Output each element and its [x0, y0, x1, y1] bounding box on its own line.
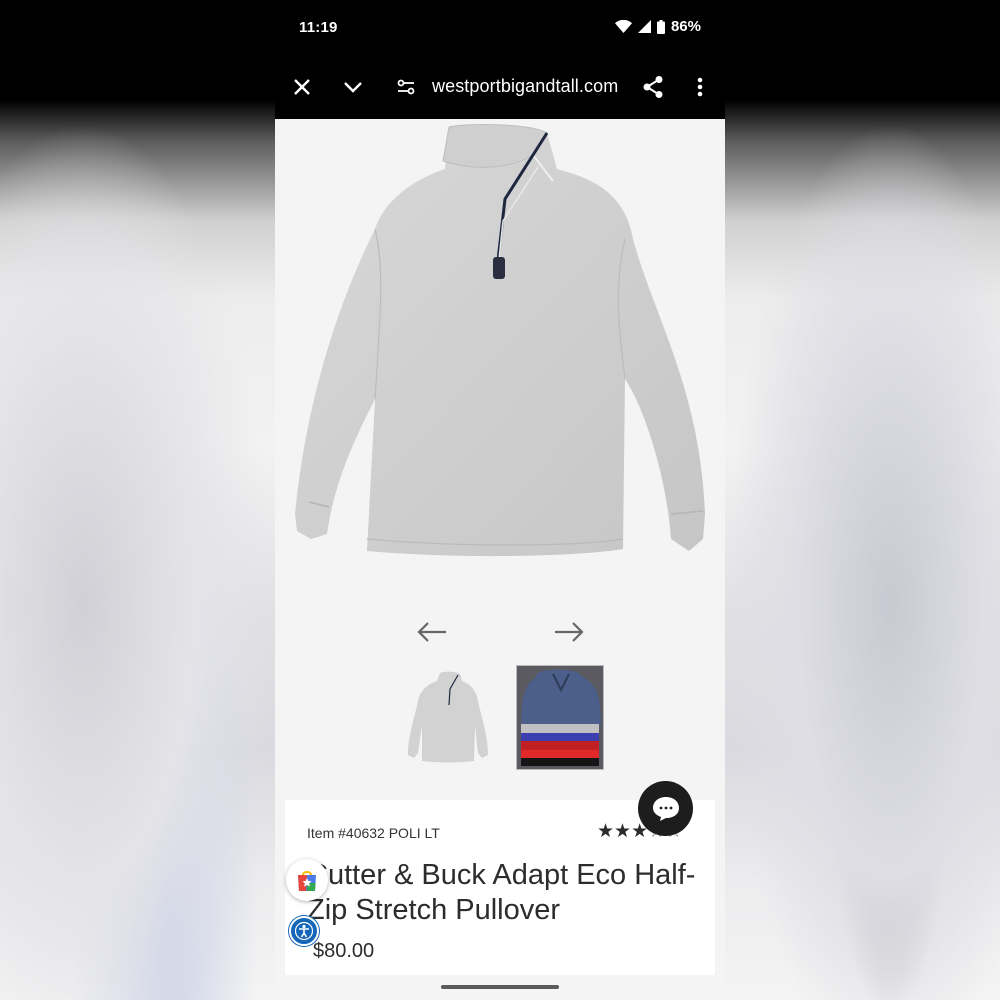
product-title: Cutter & Buck Adapt Eco Half-Zip Stretch… [307, 859, 696, 926]
url-text[interactable]: westportbigandtall.com [432, 76, 618, 97]
blue-pullover-stack-thumbnail[interactable] [516, 665, 604, 770]
status-time: 11:19 [299, 19, 338, 36]
status-bar: 11:19 86% [275, 0, 725, 56]
star-filled-icon: ★ [597, 821, 615, 842]
phone-screen: 11:19 86% westportbigandtall.com Item #4… [275, 0, 725, 1000]
chat-button[interactable] [638, 781, 693, 836]
wifi-icon [614, 20, 632, 33]
battery-percent: 86% [670, 18, 701, 35]
status-indicators: 86% [614, 18, 701, 35]
shopping-bag-icon[interactable] [286, 859, 328, 901]
site-settings-icon[interactable] [391, 72, 421, 102]
accessibility-icon[interactable] [289, 916, 319, 946]
share-icon[interactable] [638, 72, 668, 102]
arrow-right-icon[interactable] [551, 617, 587, 647]
product-price: $80.00 [313, 940, 375, 962]
arrow-left-icon[interactable] [414, 617, 450, 647]
product-main-image[interactable] [275, 119, 725, 599]
grey-pullover-image [295, 124, 705, 557]
browser-toolbar: westportbigandtall.com [275, 56, 725, 119]
background-blur-left [0, 120, 275, 1000]
star-filled-icon: ★ [614, 821, 632, 842]
more-vert-icon[interactable] [685, 72, 715, 102]
battery-icon [656, 19, 665, 34]
item-number: Item #40632 POLI LT [307, 825, 440, 841]
chat-bubble-icon [652, 796, 679, 821]
background-blur-right [725, 120, 1000, 1000]
home-gesture-bar[interactable] [441, 985, 559, 989]
grey-pullover-thumbnail[interactable] [404, 665, 492, 770]
signal-icon [637, 20, 651, 33]
close-icon[interactable] [287, 72, 317, 102]
chevron-down-icon[interactable] [338, 72, 368, 102]
